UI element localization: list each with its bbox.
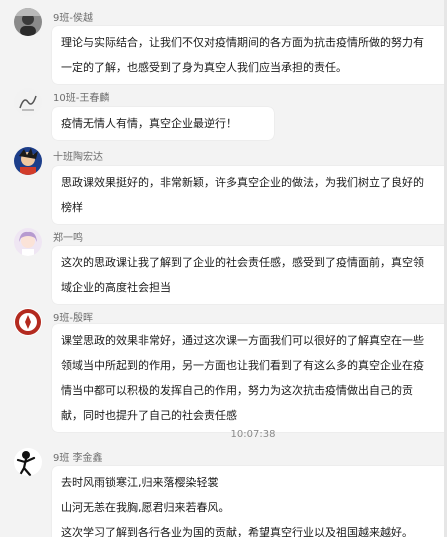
message-text-line: 这次学习了解到各行各业为国的贡献，希望真空行业以及祖国越来越好。: [61, 526, 413, 537]
message-bubble: 理论与实际结合，让我们不仅对疫情期间的各方面为抗击疫情所做的努力有 一定的了解，…: [52, 26, 447, 84]
message-text-line: 去时风雨锁寒江,归来落樱染轻裳: [61, 476, 219, 489]
avatar[interactable]: [14, 88, 42, 116]
message-text-line: 课堂思政的效果非常好，通过这次课一方面我们可以很好的了解真空在一些: [61, 334, 424, 347]
message-text-line: 疫情无情人有情，真空企业最逆行！: [61, 117, 237, 130]
sender-name[interactable]: 10班-王春麟: [53, 89, 109, 104]
message-text-line: 情当中都可以积极的发挥自己的作用，努力为这次抗击疫情做出自己的贡: [61, 384, 413, 397]
message-text-line: 理论与实际结合，让我们不仅对疫情期间的各方面为抗击疫情所做的努力有: [61, 36, 424, 49]
message-bubble: 课堂思政的效果非常好，通过这次课一方面我们可以很好的了解真空在一些 领域当中所起…: [52, 324, 447, 432]
message-text-line: 献，同时也提升了自己的社会责任感: [61, 409, 237, 422]
message-text-line: 榜样: [61, 201, 83, 214]
sender-name[interactable]: 9班-殷晖: [53, 309, 93, 324]
message-bubble: 这次的思政课让我了解到了企业的社会责任感，感受到了疫情面前，真空领 域企业的高度…: [52, 246, 447, 304]
avatar[interactable]: [14, 147, 42, 175]
message-text-line: 思政课效果挺好的，非常新颖，许多真空企业的做法，为我们树立了良好的: [61, 176, 424, 189]
message-bubble: 思政课效果挺好的，非常新颖，许多真空企业的做法，为我们树立了良好的 榜样: [52, 166, 447, 224]
timestamp-divider: 10:07:38: [230, 429, 276, 440]
sender-name[interactable]: 9班 李金鑫: [53, 449, 103, 464]
message-text-line: 领域当中所起到的作用，另一方面也让我们看到了有这么多的真空企业在疫: [61, 359, 424, 372]
message-bubble: 疫情无情人有情，真空企业最逆行！: [52, 107, 274, 140]
chat-history: 9班-侯越 理论与实际结合，让我们不仅对疫情期间的各方面为抗击疫情所做的努力有 …: [0, 0, 447, 537]
sender-name[interactable]: 9班-侯越: [53, 9, 93, 24]
sender-name[interactable]: 十班陶宏达: [53, 148, 103, 163]
sender-name[interactable]: 郑一鸣: [53, 229, 83, 244]
avatar[interactable]: [14, 8, 42, 36]
message-text-line: 这次的思政课让我了解到了企业的社会责任感，感受到了疫情面前，真空领: [61, 256, 424, 269]
message-text-line: 山河无恙在我胸,愿君归来若春风。: [61, 501, 230, 514]
avatar[interactable]: [14, 308, 42, 336]
avatar[interactable]: [14, 228, 42, 256]
message-text-line: 域企业的高度社会担当: [61, 281, 171, 294]
avatar[interactable]: [14, 448, 42, 476]
message-text-line: 一定的了解，也感受到了身为真空人我们应当承担的责任。: [61, 61, 347, 74]
message-bubble: 去时风雨锁寒江,归来落樱染轻裳 山河无恙在我胸,愿君归来若春风。 这次学习了解到…: [52, 466, 447, 537]
